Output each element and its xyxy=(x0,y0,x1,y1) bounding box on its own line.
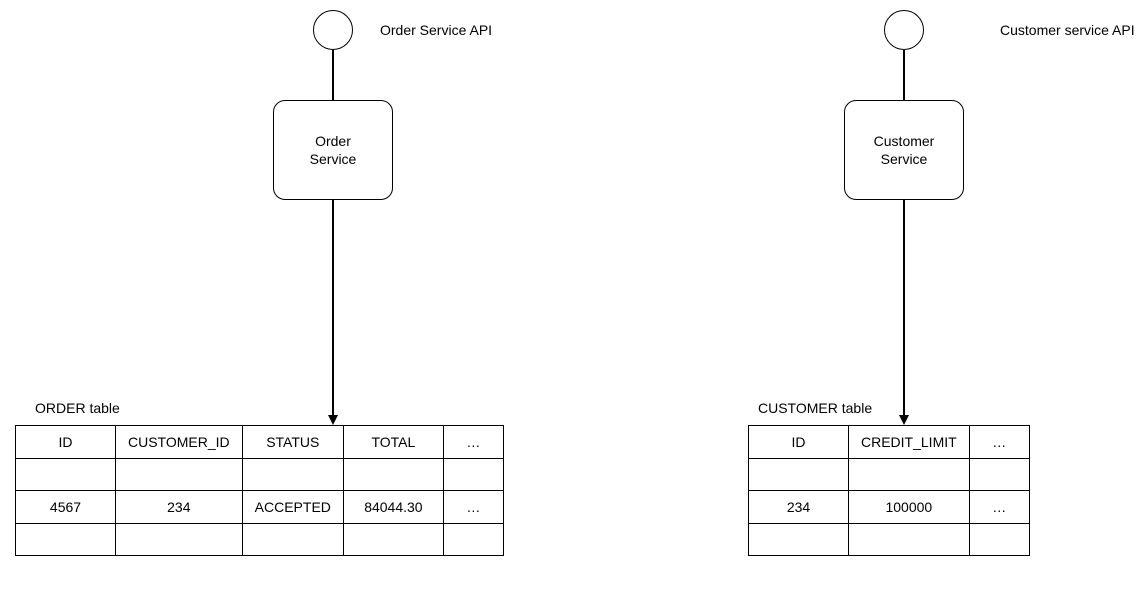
customer-col-credit-limit: CREDIT_LIMIT xyxy=(849,426,970,459)
order-cell-total: 84044.30 xyxy=(343,491,443,524)
order-col-more: … xyxy=(443,426,503,459)
customer-cell-empty xyxy=(969,524,1029,556)
order-api-to-service-line xyxy=(332,50,334,100)
table-row: 4567 234 ACCEPTED 84044.30 … xyxy=(16,491,504,524)
order-cell-empty xyxy=(343,524,443,556)
order-service-label-line2: Service xyxy=(310,150,357,168)
customer-service-label-line1: Customer xyxy=(874,132,935,150)
order-cell-empty xyxy=(16,524,116,556)
table-row: 234 100000 … xyxy=(749,491,1030,524)
order-service-label-line1: Order xyxy=(315,132,351,150)
customer-col-more: … xyxy=(969,426,1029,459)
customer-cell-id: 234 xyxy=(749,491,849,524)
customer-api-circle xyxy=(884,10,924,50)
table-row xyxy=(16,524,504,556)
customer-cell-more: … xyxy=(969,491,1029,524)
order-col-customer-id: CUSTOMER_ID xyxy=(116,426,243,459)
customer-cell-empty xyxy=(969,459,1029,491)
diagram-container: Order Service API Order Service ORDER ta… xyxy=(0,0,1148,598)
customer-cell-empty xyxy=(749,459,849,491)
order-cell-empty xyxy=(242,524,343,556)
order-cell-empty xyxy=(343,459,443,491)
order-cell-empty xyxy=(116,524,243,556)
order-cell-status: ACCEPTED xyxy=(242,491,343,524)
customer-cell-empty xyxy=(849,459,970,491)
customer-api-to-service-line xyxy=(903,50,905,100)
order-cell-customer-id: 234 xyxy=(116,491,243,524)
order-cell-id: 4567 xyxy=(16,491,116,524)
order-service-to-table-line xyxy=(332,200,334,415)
order-cell-empty xyxy=(16,459,116,491)
order-cell-empty xyxy=(443,524,503,556)
customer-cell-credit-limit: 100000 xyxy=(849,491,970,524)
order-cell-empty xyxy=(116,459,243,491)
order-arrowhead-icon xyxy=(328,415,338,425)
table-row xyxy=(749,524,1030,556)
order-col-id: ID xyxy=(16,426,116,459)
table-row xyxy=(16,459,504,491)
customer-service-to-table-line xyxy=(903,200,905,415)
customer-cell-empty xyxy=(749,524,849,556)
order-cell-empty xyxy=(242,459,343,491)
order-cell-empty xyxy=(443,459,503,491)
customer-table-label: CUSTOMER table xyxy=(758,400,872,416)
customer-col-id: ID xyxy=(749,426,849,459)
customer-cell-empty xyxy=(849,524,970,556)
order-api-label: Order Service API xyxy=(380,22,492,38)
order-cell-more: … xyxy=(443,491,503,524)
customer-service-box: Customer Service xyxy=(844,100,964,200)
order-col-total: TOTAL xyxy=(343,426,443,459)
order-service-box: Order Service xyxy=(273,100,393,200)
order-table: ID CUSTOMER_ID STATUS TOTAL … 4567 234 A… xyxy=(15,425,504,556)
order-table-label: ORDER table xyxy=(35,400,120,416)
order-api-circle xyxy=(313,10,353,50)
table-header-row: ID CUSTOMER_ID STATUS TOTAL … xyxy=(16,426,504,459)
customer-table: ID CREDIT_LIMIT … 234 100000 … xyxy=(748,425,1030,556)
table-row xyxy=(749,459,1030,491)
customer-api-label: Customer service API xyxy=(1000,22,1135,38)
order-col-status: STATUS xyxy=(242,426,343,459)
table-header-row: ID CREDIT_LIMIT … xyxy=(749,426,1030,459)
customer-service-label-line2: Service xyxy=(881,150,928,168)
customer-arrowhead-icon xyxy=(899,415,909,425)
